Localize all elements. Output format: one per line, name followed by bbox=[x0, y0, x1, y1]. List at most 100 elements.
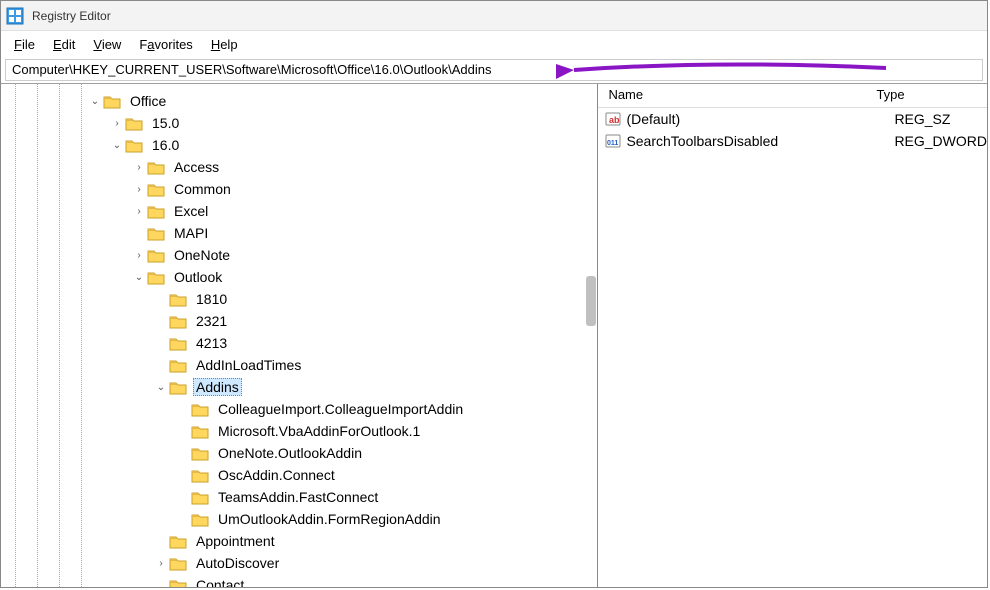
reg-sz-icon: ab bbox=[604, 110, 622, 128]
tree-label: 1810 bbox=[193, 291, 230, 307]
tree-node-contact[interactable]: › Contact bbox=[1, 574, 597, 587]
tree-node-addins[interactable]: ⌄ Addins bbox=[1, 376, 597, 398]
expand-icon[interactable]: › bbox=[131, 159, 147, 175]
tree-node-excel[interactable]: › Excel bbox=[1, 200, 597, 222]
tree-node-appointment[interactable]: › Appointment bbox=[1, 530, 597, 552]
tree-label: UmOutlookAddin.FormRegionAddin bbox=[215, 511, 444, 527]
tree-node-2321[interactable]: › 2321 bbox=[1, 310, 597, 332]
tree-node-colleague[interactable]: › ColleagueImport.ColleagueImportAddin bbox=[1, 398, 597, 420]
tree-label: MAPI bbox=[171, 225, 211, 241]
tree-node-16[interactable]: ⌄ 16.0 bbox=[1, 134, 597, 156]
values-pane[interactable]: Name Type ab (Default) REG_SZ 011 Search… bbox=[598, 84, 987, 587]
expand-icon[interactable]: › bbox=[131, 247, 147, 263]
tree-node-outlook[interactable]: ⌄ Outlook bbox=[1, 266, 597, 288]
folder-icon bbox=[169, 556, 187, 571]
collapse-icon[interactable]: ⌄ bbox=[87, 93, 103, 109]
folder-icon bbox=[169, 336, 187, 351]
tree-label: AddInLoadTimes bbox=[193, 357, 304, 373]
titlebar: Registry Editor bbox=[1, 1, 987, 31]
tree-label: 15.0 bbox=[149, 115, 182, 131]
value-row-stb[interactable]: 011 SearchToolbarsDisabled REG_DWORD bbox=[598, 130, 987, 152]
menu-favorites[interactable]: Favorites bbox=[131, 34, 200, 55]
folder-icon bbox=[169, 314, 187, 329]
tree-node-autodiscover[interactable]: › AutoDiscover bbox=[1, 552, 597, 574]
collapse-icon[interactable]: ⌄ bbox=[131, 269, 147, 285]
tree-node-common[interactable]: › Common bbox=[1, 178, 597, 200]
tree-node-access[interactable]: › Access bbox=[1, 156, 597, 178]
tree-label: Outlook bbox=[171, 269, 225, 285]
collapse-icon[interactable]: ⌄ bbox=[153, 379, 169, 395]
tree-node-onenoteaddin[interactable]: › OneNote.OutlookAddin bbox=[1, 442, 597, 464]
tree-label: Contact bbox=[193, 577, 247, 587]
tree-node-15[interactable]: › 15.0 bbox=[1, 112, 597, 134]
tree-label: 4213 bbox=[193, 335, 230, 351]
menu-file[interactable]: File bbox=[6, 34, 43, 55]
tree-label: ColleagueImport.ColleagueImportAddin bbox=[215, 401, 466, 417]
tree-node-1810[interactable]: › 1810 bbox=[1, 288, 597, 310]
expand-icon[interactable]: › bbox=[131, 203, 147, 219]
tree-label: TeamsAddin.FastConnect bbox=[215, 489, 381, 505]
value-row-default[interactable]: ab (Default) REG_SZ bbox=[598, 108, 987, 130]
address-bar[interactable]: Computer\HKEY_CURRENT_USER\Software\Micr… bbox=[5, 59, 983, 81]
folder-icon bbox=[147, 270, 165, 285]
tree-label: Addins bbox=[193, 378, 242, 396]
tree-node-4213[interactable]: › 4213 bbox=[1, 332, 597, 354]
folder-icon bbox=[147, 248, 165, 263]
folder-icon bbox=[191, 446, 209, 461]
scrollbar-thumb[interactable] bbox=[586, 276, 596, 326]
reg-dword-icon: 011 bbox=[604, 132, 622, 150]
tree-label: 2321 bbox=[193, 313, 230, 329]
values-header: Name Type bbox=[598, 84, 987, 108]
folder-icon bbox=[191, 468, 209, 483]
tree-node-vba[interactable]: › Microsoft.VbaAddinForOutlook.1 bbox=[1, 420, 597, 442]
folder-icon bbox=[147, 182, 165, 197]
menu-help[interactable]: Help bbox=[203, 34, 246, 55]
menu-view[interactable]: View bbox=[85, 34, 129, 55]
tree-label: Excel bbox=[171, 203, 211, 219]
value-type: REG_SZ bbox=[894, 111, 987, 127]
tree-label: OscAddin.Connect bbox=[215, 467, 338, 483]
folder-icon bbox=[169, 358, 187, 373]
tree-label: Access bbox=[171, 159, 222, 175]
value-name: (Default) bbox=[626, 111, 894, 127]
value-type: REG_DWORD bbox=[894, 133, 987, 149]
tree-label: 16.0 bbox=[149, 137, 182, 153]
tree-label: Office bbox=[127, 93, 169, 109]
menu-edit[interactable]: Edit bbox=[45, 34, 83, 55]
folder-icon bbox=[191, 512, 209, 527]
folder-icon bbox=[169, 292, 187, 307]
svg-text:ab: ab bbox=[609, 115, 620, 125]
tree-view[interactable]: ⌄ Office › 15.0 ⌄ 16.0 › bbox=[1, 90, 597, 587]
tree-label: Microsoft.VbaAddinForOutlook.1 bbox=[215, 423, 423, 439]
tree-label: AutoDiscover bbox=[193, 555, 282, 571]
folder-icon bbox=[147, 226, 165, 241]
registry-editor-icon bbox=[6, 7, 24, 25]
tree-node-mapi[interactable]: › MAPI bbox=[1, 222, 597, 244]
folder-icon bbox=[147, 160, 165, 175]
tree-node-teams[interactable]: › TeamsAddin.FastConnect bbox=[1, 486, 597, 508]
tree-node-addinloadtimes[interactable]: › AddInLoadTimes bbox=[1, 354, 597, 376]
tree-node-osc[interactable]: › OscAddin.Connect bbox=[1, 464, 597, 486]
tree-node-onenote[interactable]: › OneNote bbox=[1, 244, 597, 266]
folder-icon bbox=[191, 490, 209, 505]
expand-icon[interactable]: › bbox=[131, 181, 147, 197]
collapse-icon[interactable]: ⌄ bbox=[109, 137, 125, 153]
column-type[interactable]: Type bbox=[866, 84, 987, 107]
expand-icon[interactable]: › bbox=[153, 555, 169, 571]
folder-icon bbox=[125, 116, 143, 131]
folder-icon bbox=[169, 380, 187, 395]
tree-label: OneNote bbox=[171, 247, 233, 263]
tree-node-office[interactable]: ⌄ Office bbox=[1, 90, 597, 112]
window: Registry Editor File Edit View Favorites… bbox=[0, 0, 988, 588]
folder-icon bbox=[103, 94, 121, 109]
expand-icon[interactable]: › bbox=[109, 115, 125, 131]
folder-icon bbox=[169, 578, 187, 588]
folder-icon bbox=[191, 402, 209, 417]
svg-text:011: 011 bbox=[607, 140, 618, 147]
tree-pane[interactable]: ⌄ Office › 15.0 ⌄ 16.0 › bbox=[1, 84, 598, 587]
tree-label: OneNote.OutlookAddin bbox=[215, 445, 365, 461]
folder-icon bbox=[125, 138, 143, 153]
column-name[interactable]: Name bbox=[598, 84, 866, 107]
tree-node-umoutlook[interactable]: › UmOutlookAddin.FormRegionAddin bbox=[1, 508, 597, 530]
main-split: ⌄ Office › 15.0 ⌄ 16.0 › bbox=[1, 83, 987, 587]
